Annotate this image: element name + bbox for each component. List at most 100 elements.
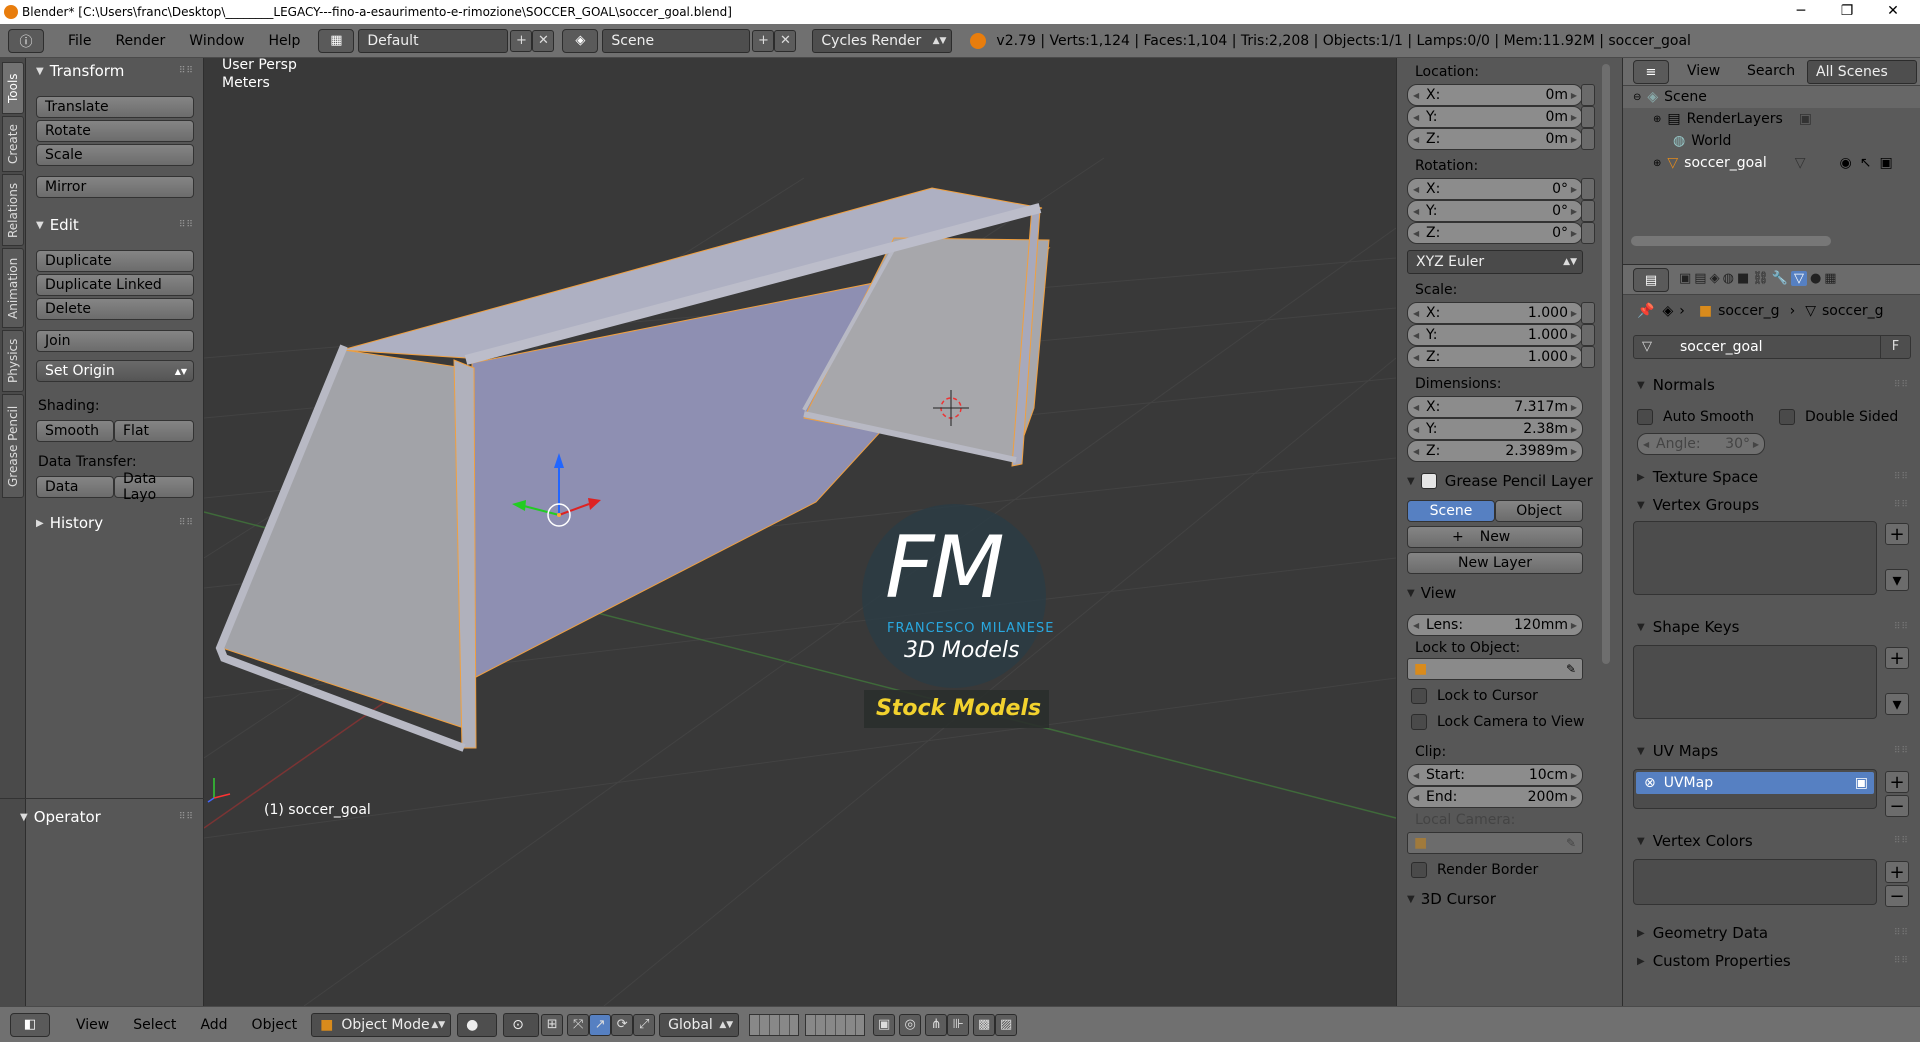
- vertex-groups-list[interactable]: [1633, 521, 1877, 595]
- dimension-z-field[interactable]: ◀ Z: 2.3989m ▶: [1407, 440, 1583, 462]
- grip-icon[interactable]: ⠿⠿: [179, 518, 194, 528]
- local-camera-field[interactable]: ■ ✎: [1407, 832, 1583, 854]
- editor-type-info-icon[interactable]: ⓘ: [8, 28, 44, 53]
- grip-icon[interactable]: ⠿⠿: [179, 220, 194, 230]
- modifiers-tab-icon[interactable]: 🔧: [1772, 271, 1788, 286]
- menu-view[interactable]: View: [64, 1017, 121, 1033]
- delete-button[interactable]: Delete: [36, 298, 194, 320]
- panel-vertex-groups-header[interactable]: ▼ Vertex Groups ⠿⠿: [1623, 493, 1920, 517]
- vertex-group-menu-button[interactable]: ▾: [1885, 569, 1909, 591]
- rotate-button[interactable]: Rotate: [36, 120, 194, 142]
- transform-lock-toggle[interactable]: [1581, 324, 1595, 346]
- menu-help[interactable]: Help: [256, 33, 312, 49]
- object-tab-icon[interactable]: ■: [1737, 271, 1749, 286]
- menu-select[interactable]: Select: [121, 1017, 188, 1033]
- outliner-soccer-goal-item[interactable]: ⊕ ▽ soccer_goal ▽ ◉ ↖ ▣: [1653, 152, 1915, 174]
- lens-field[interactable]: ◀ Lens: 120mm ▶: [1407, 614, 1583, 636]
- mode-dropdown[interactable]: ■ Object Mode ▲▼: [311, 1012, 452, 1037]
- expand-icon[interactable]: ⊕: [1653, 158, 1661, 169]
- transform-lock-toggle[interactable]: [1581, 346, 1595, 368]
- render-border-checkbox[interactable]: [1411, 862, 1427, 878]
- panel-custom-properties-header[interactable]: ▶ Custom Properties ⠿⠿: [1623, 949, 1920, 973]
- visibility-eye-icon[interactable]: ◉: [1840, 155, 1852, 171]
- mesh-name-field[interactable]: soccer_goal: [1680, 339, 1763, 355]
- render-tab-icon[interactable]: ▣: [1679, 271, 1691, 286]
- add-vertex-color-button[interactable]: +: [1885, 861, 1909, 883]
- outliner-search-menu[interactable]: Search: [1747, 63, 1795, 79]
- grip-icon[interactable]: ⠿⠿: [1894, 500, 1909, 510]
- panel-edit-header[interactable]: ▼ Edit ⠿⠿: [26, 212, 204, 238]
- remove-vertex-color-button[interactable]: −: [1885, 885, 1909, 907]
- rotation-mode-dropdown[interactable]: XYZ Euler ▲▼: [1407, 250, 1583, 274]
- add-shape-key-button[interactable]: +: [1885, 647, 1909, 669]
- duplicate-linked-button[interactable]: Duplicate Linked: [36, 274, 194, 296]
- minimize-button[interactable]: ─: [1778, 0, 1824, 24]
- layer-buttons-group-b[interactable]: [805, 1013, 866, 1036]
- pin-icon[interactable]: 📌: [1637, 303, 1654, 319]
- panel-view-header[interactable]: ▼ View: [1397, 580, 1596, 606]
- remove-uv-map-button[interactable]: −: [1885, 795, 1909, 817]
- transform-lock-toggle[interactable]: [1581, 302, 1595, 324]
- transform-lock-toggle[interactable]: [1581, 178, 1595, 200]
- gp-scene-button[interactable]: Scene: [1407, 500, 1495, 522]
- rotate-manipulator-icon[interactable]: ⟳: [611, 1013, 634, 1036]
- close-button[interactable]: ✕: [1870, 0, 1916, 24]
- gp-object-button[interactable]: Object: [1495, 500, 1583, 522]
- tab-tools[interactable]: Tools: [2, 62, 24, 114]
- grease-pencil-enable-checkbox[interactable]: [1420, 473, 1437, 489]
- rotation-z-field[interactable]: ◀ Z: 0° ▶: [1407, 222, 1583, 244]
- panel-texture-space-header[interactable]: ▶ Texture Space ⠿⠿: [1623, 465, 1920, 489]
- set-origin-dropdown[interactable]: Set Origin ▲▼: [36, 360, 194, 382]
- tab-relations[interactable]: Relations: [2, 174, 24, 246]
- data-layout-transfer-button[interactable]: Data Layo: [114, 471, 194, 503]
- add-vertex-group-button[interactable]: +: [1885, 523, 1909, 545]
- vertex-colors-list[interactable]: [1633, 859, 1877, 905]
- shape-keys-list[interactable]: [1633, 645, 1877, 719]
- screen-layout-dropdown[interactable]: Default: [358, 28, 509, 53]
- grip-icon[interactable]: ⠿⠿: [1894, 472, 1909, 482]
- add-uv-map-button[interactable]: +: [1885, 771, 1909, 793]
- tab-animation[interactable]: Animation: [2, 248, 24, 328]
- smooth-shading-button[interactable]: Smooth: [36, 420, 114, 442]
- renderable-camera-icon[interactable]: ▣: [1879, 155, 1892, 171]
- proportional-editing-icon[interactable]: ◎: [899, 1013, 922, 1036]
- world-tab-icon[interactable]: ◍: [1723, 271, 1734, 286]
- panel-vertex-colors-header[interactable]: ▼ Vertex Colors ⠿⠿: [1623, 829, 1920, 853]
- scene-icon[interactable]: ◈: [562, 28, 599, 53]
- menu-file[interactable]: File: [56, 33, 103, 49]
- mirror-button[interactable]: Mirror: [36, 176, 194, 198]
- add-scene-icon[interactable]: +: [752, 29, 775, 52]
- 3d-viewport[interactable]: User Persp Meters (1) soccer_goal FM FRA…: [204, 58, 1396, 1006]
- gp-new-button[interactable]: + New: [1407, 526, 1583, 548]
- mesh-data-tab-icon[interactable]: ▽: [1790, 271, 1807, 286]
- lock-camera-to-view-checkbox[interactable]: [1411, 714, 1427, 730]
- tab-grease-pencil[interactable]: Grease Pencil: [2, 394, 24, 498]
- clip-end-field[interactable]: ◀ End: 200m ▶: [1407, 786, 1583, 808]
- outliner-editor-type-icon[interactable]: ≡: [1633, 60, 1669, 84]
- outliner-display-mode-dropdown[interactable]: All Scenes: [1807, 60, 1917, 84]
- eyedropper-icon[interactable]: ✎: [1566, 662, 1576, 676]
- grip-icon[interactable]: ⠿⠿: [1894, 956, 1909, 966]
- mesh-datablock-selector[interactable]: ▽ soccer_goal F: [1633, 335, 1911, 359]
- scene-dropdown[interactable]: Scene: [602, 28, 751, 53]
- properties-editor-type-icon[interactable]: ▤: [1633, 268, 1669, 292]
- join-button[interactable]: Join: [36, 330, 194, 352]
- transform-orientation-dropdown[interactable]: Global ▲▼: [659, 1012, 740, 1037]
- layer-buttons-group-a[interactable]: [749, 1013, 800, 1036]
- opengl-render-image-icon[interactable]: ▩: [973, 1013, 996, 1036]
- transform-lock-toggle[interactable]: [1581, 200, 1595, 222]
- remove-screen-icon[interactable]: ✕: [532, 29, 555, 52]
- add-screen-icon[interactable]: +: [510, 29, 533, 52]
- clip-start-field[interactable]: ◀ Start: 10cm ▶: [1407, 764, 1583, 786]
- outliner-renderlayers-item[interactable]: ⊕ ▤ RenderLayers ▣: [1653, 108, 1812, 130]
- rotation-x-field[interactable]: ◀ X: 0° ▶: [1407, 178, 1583, 200]
- pivot-point-dropdown[interactable]: ⊙: [503, 1012, 540, 1037]
- panel-shape-keys-header[interactable]: ▼ Shape Keys ⠿⠿: [1623, 615, 1920, 639]
- outliner-scene-item[interactable]: ⊖ ◈ Scene: [1633, 86, 1707, 108]
- double-sided-checkbox[interactable]: [1779, 409, 1795, 425]
- fake-user-button[interactable]: F: [1880, 336, 1910, 358]
- render-layers-tab-icon[interactable]: ▤: [1694, 271, 1706, 286]
- transform-lock-toggle[interactable]: [1581, 106, 1595, 128]
- selectable-cursor-icon[interactable]: ↖: [1860, 155, 1872, 171]
- snap-toggle-icon[interactable]: ⋔: [925, 1013, 948, 1036]
